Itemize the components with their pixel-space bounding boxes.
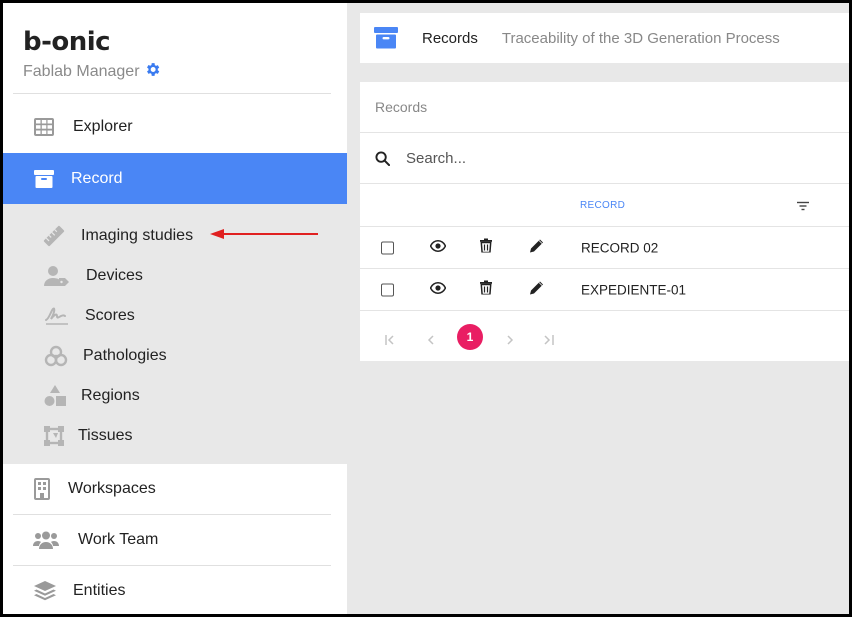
- row-checkbox[interactable]: [381, 283, 394, 296]
- user-tag-icon: [43, 264, 71, 288]
- submenu-item-label: Tissues: [78, 427, 133, 444]
- first-page-icon[interactable]: [385, 332, 397, 350]
- submenu-item-label: Scores: [85, 307, 135, 324]
- trash-icon[interactable]: [480, 280, 492, 299]
- last-page-icon[interactable]: [542, 332, 554, 350]
- shapes-icon: [43, 384, 67, 408]
- divider: [13, 93, 331, 94]
- submenu-item-label: Regions: [81, 387, 140, 404]
- table-header: RECORD: [360, 184, 849, 227]
- archive-icon: [33, 168, 55, 190]
- brand-subtitle: Fablab Manager: [23, 61, 161, 83]
- page-button-current[interactable]: 1: [457, 324, 483, 350]
- page-header: Records Traceability of the 3D Generatio…: [360, 13, 849, 63]
- app-window: b-onic Fablab Manager Explorer Record Im…: [3, 3, 849, 614]
- submenu-item-label: Imaging studies: [81, 227, 194, 244]
- signature-icon: [43, 304, 71, 328]
- table-row: RECORD 02: [360, 227, 849, 269]
- search-bar: [360, 133, 849, 184]
- search-icon: [375, 150, 390, 166]
- column-header-record[interactable]: RECORD: [580, 200, 625, 211]
- users-icon: [32, 529, 60, 551]
- pencil-icon[interactable]: [530, 238, 544, 257]
- sidebar-item-label: Explorer: [73, 118, 133, 135]
- pencil-icon[interactable]: [530, 280, 544, 299]
- sidebar-item-record[interactable]: Record: [3, 153, 347, 204]
- page-title: Records: [422, 29, 478, 47]
- submenu-item-regions[interactable]: Regions: [43, 381, 140, 411]
- table-row: EXPEDIENTE-01: [360, 269, 849, 311]
- building-icon: [31, 478, 53, 500]
- brand-logo[interactable]: b-onic: [23, 27, 161, 57]
- submenu-item-tissues[interactable]: Tissues: [43, 421, 133, 451]
- brand: b-onic Fablab Manager: [23, 27, 161, 83]
- submenu-item-scores[interactable]: Scores: [43, 301, 135, 331]
- row-checkbox[interactable]: [381, 241, 394, 254]
- trash-icon[interactable]: [480, 238, 492, 257]
- sidebar: b-onic Fablab Manager Explorer Record Im…: [3, 3, 347, 614]
- page-subtitle: Traceability of the 3D Generation Proces…: [501, 29, 780, 47]
- filter-icon[interactable]: [797, 198, 809, 216]
- submenu-item-devices[interactable]: Devices: [43, 261, 143, 291]
- submenu-item-label: Devices: [86, 267, 143, 284]
- record-name: RECORD 02: [581, 240, 659, 255]
- sidebar-item-label: Workspaces: [68, 480, 156, 497]
- eye-icon[interactable]: [429, 239, 447, 257]
- sidebar-item-label: Record: [71, 169, 123, 187]
- brand-subtitle-text: Fablab Manager: [23, 63, 140, 80]
- layers-icon: [34, 580, 56, 602]
- grid-icon: [33, 116, 55, 138]
- record-submenu: Imaging studies Devices Scores Pathologi…: [3, 204, 347, 464]
- biohazard-icon: [43, 344, 69, 368]
- submenu-item-imaging-studies[interactable]: Imaging studies: [41, 221, 193, 251]
- search-input[interactable]: [406, 149, 786, 167]
- pagination: 1: [360, 312, 849, 362]
- vector-square-icon: [43, 424, 65, 448]
- sidebar-item-label: Work Team: [78, 531, 159, 548]
- sidebar-item-work-team[interactable]: Work Team: [13, 515, 331, 565]
- archive-icon: [374, 27, 398, 49]
- records-card: Records RECORD RECORD 02: [360, 82, 849, 361]
- sidebar-item-explorer[interactable]: Explorer: [13, 102, 331, 152]
- submenu-item-label: Pathologies: [83, 347, 167, 364]
- gear-icon[interactable]: [144, 61, 161, 83]
- prev-page-icon[interactable]: [427, 332, 435, 350]
- next-page-icon[interactable]: [506, 332, 514, 350]
- submenu-item-pathologies[interactable]: Pathologies: [43, 341, 167, 371]
- ruler-icon: [41, 224, 67, 248]
- card-title: Records: [360, 82, 849, 133]
- sidebar-item-workspaces[interactable]: Workspaces: [13, 464, 331, 514]
- sidebar-item-entities[interactable]: Entities: [13, 566, 331, 614]
- record-name: EXPEDIENTE-01: [581, 282, 687, 297]
- sidebar-item-label: Entities: [73, 582, 126, 599]
- eye-icon[interactable]: [429, 281, 447, 299]
- annotation-arrow: [210, 229, 318, 239]
